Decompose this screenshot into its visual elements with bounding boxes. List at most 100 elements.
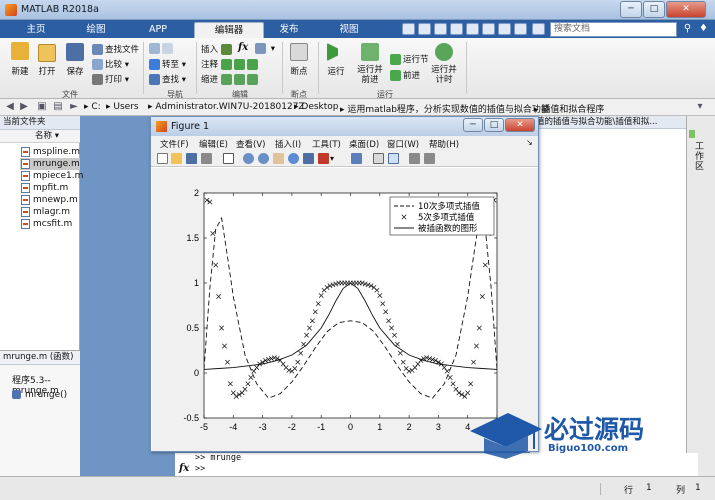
editor-area[interactable]: [530, 129, 686, 453]
back-arrow-icon[interactable]: ◀: [4, 101, 16, 113]
comment-button[interactable]: 注释: [201, 58, 260, 70]
file-list-item[interactable]: mnewp.m: [20, 194, 80, 206]
breakpoints-icon[interactable]: [290, 43, 308, 61]
hide-tools-icon[interactable]: [409, 153, 420, 164]
close-button[interactable]: ✕: [666, 1, 706, 18]
menu-view[interactable]: 查看(V): [236, 138, 265, 150]
tab-apps[interactable]: APP: [134, 22, 182, 38]
colorbar-icon[interactable]: [373, 153, 384, 164]
file-list-item[interactable]: mspline.m: [20, 146, 80, 158]
data-cursor-icon[interactable]: [303, 153, 314, 164]
insert-button[interactable]: 插入: [201, 43, 234, 55]
quick-help-icon[interactable]: [514, 23, 527, 35]
forward-arrow-icon[interactable]: ▶: [18, 101, 30, 113]
editor-tab-header[interactable]: 值的插值与拟合功能\插值和拟...: [530, 116, 686, 129]
breakpoints-button[interactable]: 断点: [279, 65, 319, 77]
print-figure-icon[interactable]: [201, 153, 212, 164]
quick-dropdown-icon[interactable]: [532, 23, 545, 35]
minimize-button[interactable]: ─: [620, 1, 642, 18]
menu-edit[interactable]: 编辑(E): [199, 138, 228, 150]
folder-up-icon[interactable]: ▣: [36, 101, 48, 113]
breadcrumb-folder[interactable]: ▸ 插值和拟合程序: [534, 102, 604, 115]
tab-plots[interactable]: 绘图: [72, 22, 120, 38]
file-list-item[interactable]: mrunge.m: [20, 158, 80, 170]
figure-maximize-button[interactable]: □: [484, 118, 504, 132]
quick-redo-icon[interactable]: [482, 23, 495, 35]
menu-tools[interactable]: 工具(T): [312, 138, 341, 150]
breadcrumb-project[interactable]: ▸ 运用matlab程序，分析实现数值的插值与拟合功能: [340, 102, 550, 115]
open-file-icon[interactable]: [171, 153, 182, 164]
advance-button[interactable]: 前进: [390, 69, 420, 81]
save-figure-icon[interactable]: [186, 153, 197, 164]
quick-save-icon[interactable]: [402, 23, 415, 35]
breadcrumb-drive[interactable]: ▸ C:: [84, 102, 101, 112]
quick-undo-icon[interactable]: [466, 23, 479, 35]
new-figure-icon[interactable]: [157, 153, 168, 164]
file-list-item[interactable]: mlagr.m: [20, 206, 80, 218]
back-forward-buttons[interactable]: [149, 43, 175, 54]
name-column-header[interactable]: 名称 ▾: [0, 130, 80, 143]
goto-button[interactable]: 转至 ▾: [149, 58, 186, 70]
new-icon[interactable]: [11, 42, 29, 60]
open-folder-icon[interactable]: [38, 44, 56, 62]
run-advance-button[interactable]: 运行并 前进: [350, 65, 390, 85]
tab-view[interactable]: 视图: [324, 22, 374, 38]
save-button[interactable]: 保存: [55, 65, 95, 77]
quick-switch-icon[interactable]: [498, 23, 511, 35]
rotate-icon[interactable]: [288, 153, 299, 164]
quick-cut-icon[interactable]: [418, 23, 431, 35]
path-arrow-icon[interactable]: ►: [68, 101, 80, 113]
bell-icon[interactable]: ♦: [697, 23, 710, 35]
legend-icon[interactable]: [388, 153, 399, 164]
browse-folder-icon[interactable]: ▤: [52, 101, 64, 113]
zoom-out-icon[interactable]: [258, 153, 269, 164]
breadcrumb-user[interactable]: ▸ Administrator.WIN7U-20180127Z: [148, 102, 305, 112]
details-function[interactable]: mrunge(): [12, 390, 67, 400]
pan-icon[interactable]: [273, 153, 284, 164]
brush-icon[interactable]: [318, 153, 329, 164]
quick-paste-icon[interactable]: [450, 23, 463, 35]
pointer-icon[interactable]: [223, 153, 234, 164]
quick-copy-icon[interactable]: [434, 23, 447, 35]
run-and-time-icon[interactable]: [435, 43, 453, 61]
indent-button[interactable]: 缩进: [201, 73, 260, 85]
find-button[interactable]: 查找 ▾: [149, 73, 186, 85]
figure-close-button[interactable]: ✕: [505, 118, 535, 132]
breadcrumb-users[interactable]: ▸ Users: [106, 102, 139, 112]
menu-window[interactable]: 窗口(W): [387, 138, 419, 150]
show-tools-icon[interactable]: [424, 153, 435, 164]
fx-prompt-icon[interactable]: fx: [179, 463, 189, 474]
file-list-item[interactable]: mcsfit.m: [20, 218, 80, 230]
menu-help[interactable]: 帮助(H): [429, 138, 459, 150]
tab-publish[interactable]: 发布: [264, 22, 314, 38]
menu-file[interactable]: 文件(F): [160, 138, 189, 150]
tab-home[interactable]: 主页: [12, 22, 60, 38]
address-dropdown-icon[interactable]: ▾: [694, 101, 706, 113]
zoom-in-icon[interactable]: [243, 153, 254, 164]
figure-title-bar: Figure 1 ─ □ ✕: [151, 117, 538, 136]
find-files-button[interactable]: 查找文件: [92, 43, 139, 55]
figure-minimize-button[interactable]: ─: [463, 118, 483, 132]
menu-dock-icon[interactable]: ↘: [526, 138, 533, 147]
workspace-strip[interactable]: 工作区: [686, 116, 715, 476]
tab-editor[interactable]: 编辑器: [194, 22, 264, 38]
brush-dropdown-icon[interactable]: ▾: [330, 153, 338, 164]
insert-extra-buttons[interactable]: ▾: [255, 43, 275, 54]
run-advance-icon[interactable]: [361, 43, 379, 61]
search-input[interactable]: 搜索文档: [550, 22, 677, 37]
run-icon[interactable]: [327, 43, 345, 61]
breadcrumb-desktop[interactable]: ▸ Desktop: [294, 102, 339, 112]
maximize-button[interactable]: □: [643, 1, 665, 18]
run-section-button[interactable]: 运行节: [390, 53, 429, 65]
file-list-item[interactable]: mpiece1.m: [20, 170, 83, 182]
run-and-time-button[interactable]: 运行并 计时: [424, 65, 464, 85]
compare-button[interactable]: 比较 ▾: [92, 58, 129, 70]
save-icon[interactable]: [66, 43, 84, 61]
menu-insert[interactable]: 插入(I): [275, 138, 301, 150]
search-icon[interactable]: ⚲: [681, 23, 694, 35]
file-list-item[interactable]: mpfit.m: [20, 182, 80, 194]
print-button[interactable]: 打印 ▾: [92, 73, 129, 85]
link-plot-icon[interactable]: [351, 153, 362, 164]
fx-button[interactable]: fx: [238, 42, 248, 53]
menu-desktop[interactable]: 桌面(D): [349, 138, 379, 150]
